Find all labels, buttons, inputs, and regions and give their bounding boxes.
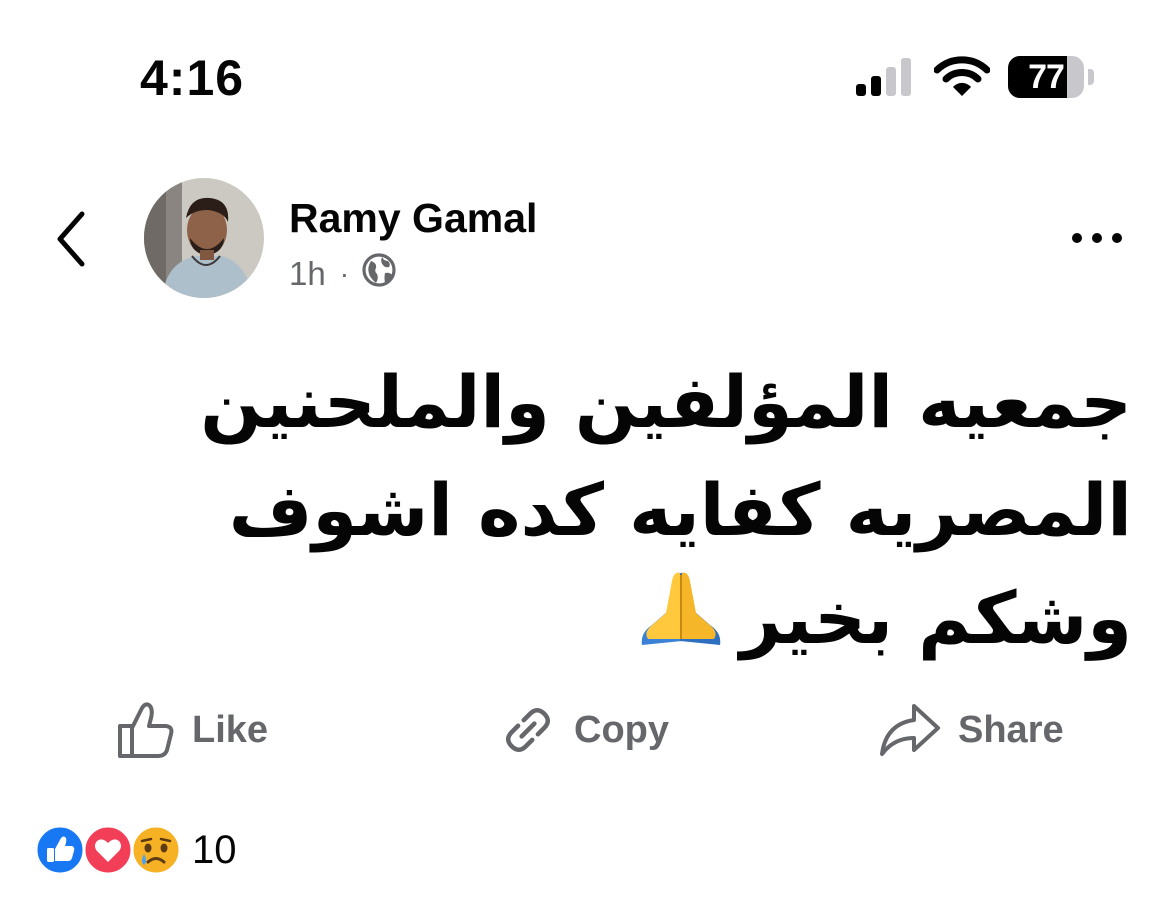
profile-photo [144, 178, 264, 298]
battery-icon: 77 [1008, 56, 1094, 98]
avatar[interactable] [144, 178, 264, 298]
back-button[interactable] [48, 204, 98, 274]
more-horizontal-icon [1072, 233, 1122, 243]
post-time[interactable]: 1h [289, 255, 326, 293]
reaction-count: 10 [192, 827, 237, 872]
battery-nub [1088, 69, 1094, 85]
folded-hands-emoji [636, 567, 726, 680]
sad-reaction-icon [130, 824, 182, 881]
share-button[interactable]: Share [878, 694, 1064, 766]
signal-icon [856, 58, 914, 103]
thumbs-up-icon [118, 702, 174, 758]
copy-button[interactable]: Copy [498, 694, 669, 766]
wifi-icon [933, 56, 991, 103]
share-label: Share [958, 708, 1064, 751]
like-reaction-icon [34, 824, 86, 881]
battery-level: 77 [1028, 58, 1065, 96]
post-meta: 1h · [289, 252, 397, 296]
author-name[interactable]: Ramy Gamal [289, 194, 537, 242]
meta-separator: · [339, 258, 350, 289]
copy-label: Copy [574, 708, 669, 751]
status-time: 4:16 [140, 50, 245, 106]
link-icon [505, 707, 551, 753]
like-label: Like [192, 708, 269, 751]
chevron-left-icon [57, 211, 85, 267]
post-text: جمعيه المؤلفين والملحنين المصريه كفايه ك… [70, 348, 1132, 680]
love-reaction-icon [82, 824, 134, 881]
more-options-button[interactable] [1066, 220, 1130, 256]
globe-icon[interactable] [361, 252, 397, 296]
reaction-icons [34, 822, 184, 878]
reactions-summary[interactable]: 10 [34, 822, 237, 878]
like-button[interactable]: Like [116, 694, 268, 766]
share-arrow-icon [880, 704, 940, 756]
